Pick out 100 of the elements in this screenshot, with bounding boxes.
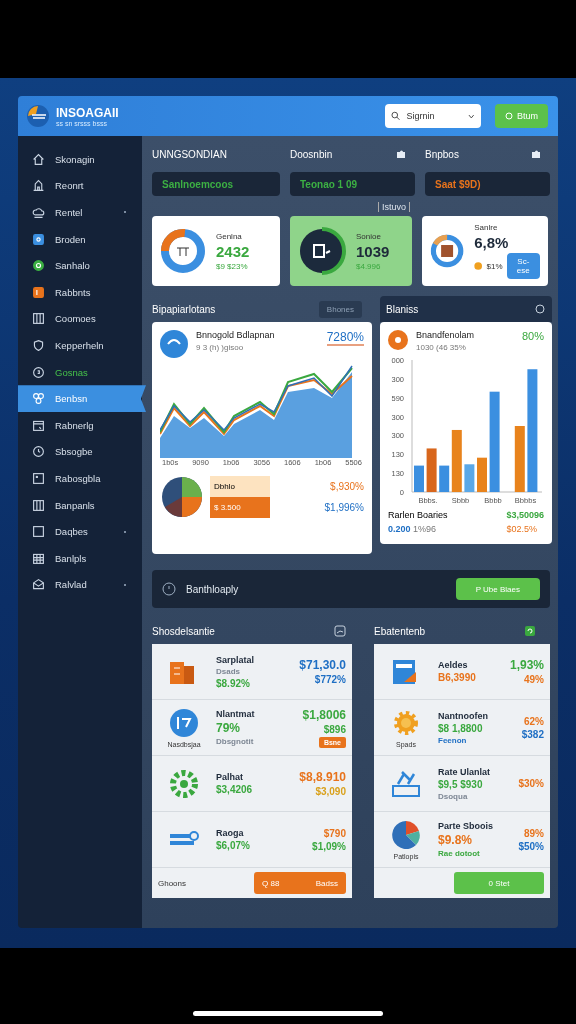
row-text: $6,07% bbox=[216, 840, 250, 851]
envelope-icon bbox=[32, 578, 45, 592]
cloud-icon bbox=[32, 206, 45, 219]
sidebar-item[interactable]: Kepperheln bbox=[18, 332, 142, 359]
sidebar-item[interactable]: Gosnas bbox=[18, 358, 142, 386]
row-text: Feenon bbox=[438, 735, 467, 745]
square-icon bbox=[32, 232, 45, 246]
donut-icon bbox=[160, 228, 206, 274]
row-text: Dsads bbox=[216, 666, 240, 676]
flower-icon bbox=[32, 392, 45, 406]
gear-icon bbox=[170, 769, 198, 798]
row-text: $3,090 bbox=[315, 786, 346, 797]
columns-icon bbox=[32, 312, 45, 326]
circle-icon bbox=[170, 709, 198, 737]
stat-value: 6,8% bbox=[474, 234, 510, 251]
card-title: Bnnogold Bdlapnan bbox=[196, 330, 276, 340]
summary-value: Saat $9D) bbox=[435, 178, 481, 190]
sidebar-item[interactable]: Sbsogbe bbox=[18, 438, 142, 466]
filter-label[interactable]: Istuvo bbox=[378, 202, 410, 212]
bar bbox=[477, 457, 487, 492]
bar bbox=[464, 464, 475, 492]
row-text: $772% bbox=[314, 674, 346, 685]
summary-title: UNNGSONDIAN bbox=[152, 148, 227, 160]
clock-icon bbox=[162, 582, 176, 596]
sidebar-item[interactable]: Rentel bbox=[18, 199, 142, 226]
coin-icon bbox=[32, 259, 45, 273]
row-text: 49% bbox=[524, 674, 544, 685]
footer-note: 1%96 bbox=[413, 524, 437, 534]
sidebar-item[interactable]: Daqbes bbox=[18, 518, 142, 545]
row-text: $8 1,8800 bbox=[438, 722, 483, 734]
sidebar-item[interactable]: Banpanls bbox=[18, 491, 142, 519]
sidebar-item[interactable]: Rabbnts bbox=[18, 278, 142, 306]
building-icon bbox=[170, 661, 194, 684]
sidebar-item[interactable]: Rabosgbla bbox=[18, 465, 142, 492]
sidebar-item[interactable]: Broden bbox=[18, 225, 142, 253]
row-text: $8,8.910 bbox=[299, 770, 346, 784]
card-subtitle: 9 3 (h) )gisoo bbox=[196, 343, 245, 352]
bar bbox=[514, 426, 525, 492]
coin-icon bbox=[474, 260, 483, 272]
row-text: Rate Ulanlat bbox=[438, 766, 490, 777]
footer-value: $02.5% bbox=[506, 524, 538, 534]
row-text: Aeldes bbox=[438, 660, 468, 670]
section-title: Blaniss bbox=[386, 303, 419, 315]
refresh-icon[interactable] bbox=[524, 625, 536, 637]
sidebar-item[interactable]: Banlpls bbox=[18, 544, 142, 572]
stat-sub: $1% bbox=[486, 261, 503, 271]
legend-label: Dbhlo bbox=[210, 476, 270, 497]
chart-icon[interactable] bbox=[334, 625, 346, 637]
sidebar-item[interactable]: Skonagin bbox=[18, 146, 142, 173]
row-text: $382 bbox=[521, 728, 544, 740]
ring-icon bbox=[298, 227, 346, 275]
stat-label: Genlna bbox=[216, 231, 243, 241]
shield-icon bbox=[32, 338, 45, 352]
row-text: $8.92% bbox=[216, 677, 250, 689]
row-text: $1,09% bbox=[312, 840, 346, 852]
document-icon bbox=[393, 659, 416, 684]
search-field[interactable]: Sigrnin bbox=[385, 104, 481, 128]
building-icon bbox=[32, 179, 45, 193]
row-text: B6,3990 bbox=[438, 672, 476, 683]
stat-value: 2432 bbox=[216, 242, 250, 260]
summary-title: Doosnbin bbox=[290, 148, 333, 160]
sidebar-item[interactable]: Ralvlad bbox=[18, 571, 142, 599]
row-text: $71,30.0 bbox=[299, 658, 346, 672]
row-text: Nantnoofen bbox=[438, 710, 488, 721]
row-text: Raoga bbox=[216, 828, 244, 838]
row-text: 1,93% bbox=[509, 658, 544, 672]
home-icon bbox=[32, 152, 45, 166]
search-icon bbox=[391, 111, 401, 121]
clock-icon bbox=[32, 445, 45, 459]
metric-value: $,930% bbox=[330, 481, 364, 492]
row-text: $896 bbox=[323, 723, 346, 735]
card-value: 80% bbox=[521, 330, 544, 342]
legend-value: $ 3.500 bbox=[210, 497, 270, 518]
section-title: Shosdelsantie bbox=[152, 625, 215, 637]
footer-value: $3,50096 bbox=[506, 510, 544, 520]
row-text: Parte Sboois bbox=[438, 821, 493, 831]
chevron-down-icon bbox=[468, 113, 475, 119]
frame-icon bbox=[32, 471, 45, 485]
section-button[interactable]: Bhones bbox=[318, 300, 362, 318]
sidebar-item[interactable]: Coomoes bbox=[18, 305, 142, 333]
search-input[interactable]: Sigrnin bbox=[404, 110, 465, 122]
row-text: 62% bbox=[524, 715, 544, 727]
row-text: $50% bbox=[518, 840, 544, 852]
settings-icon[interactable] bbox=[534, 303, 546, 315]
circle-icon bbox=[160, 330, 188, 358]
row-text: $9,5 $930 bbox=[438, 778, 483, 790]
stat-label: Sonioe bbox=[356, 231, 382, 241]
square-icon bbox=[32, 525, 45, 539]
row-text: Nlantmat bbox=[216, 709, 255, 719]
row-text: $3,4206 bbox=[216, 784, 253, 795]
banner-text: Banthloaply bbox=[186, 583, 240, 595]
card-value: 7280% bbox=[326, 330, 364, 346]
sidebar-item[interactable]: Sanhalo bbox=[18, 252, 142, 279]
sidebar-item[interactable]: Rabnerlg bbox=[18, 411, 142, 439]
square-icon bbox=[32, 285, 45, 299]
pie-icon bbox=[392, 821, 420, 849]
sidebar-item[interactable]: Reonrt bbox=[18, 172, 142, 200]
row-text: Dsoqua bbox=[438, 791, 468, 801]
footer-label: Ghoons bbox=[158, 878, 187, 888]
summary-value: Teonao 1 09 bbox=[300, 178, 358, 190]
